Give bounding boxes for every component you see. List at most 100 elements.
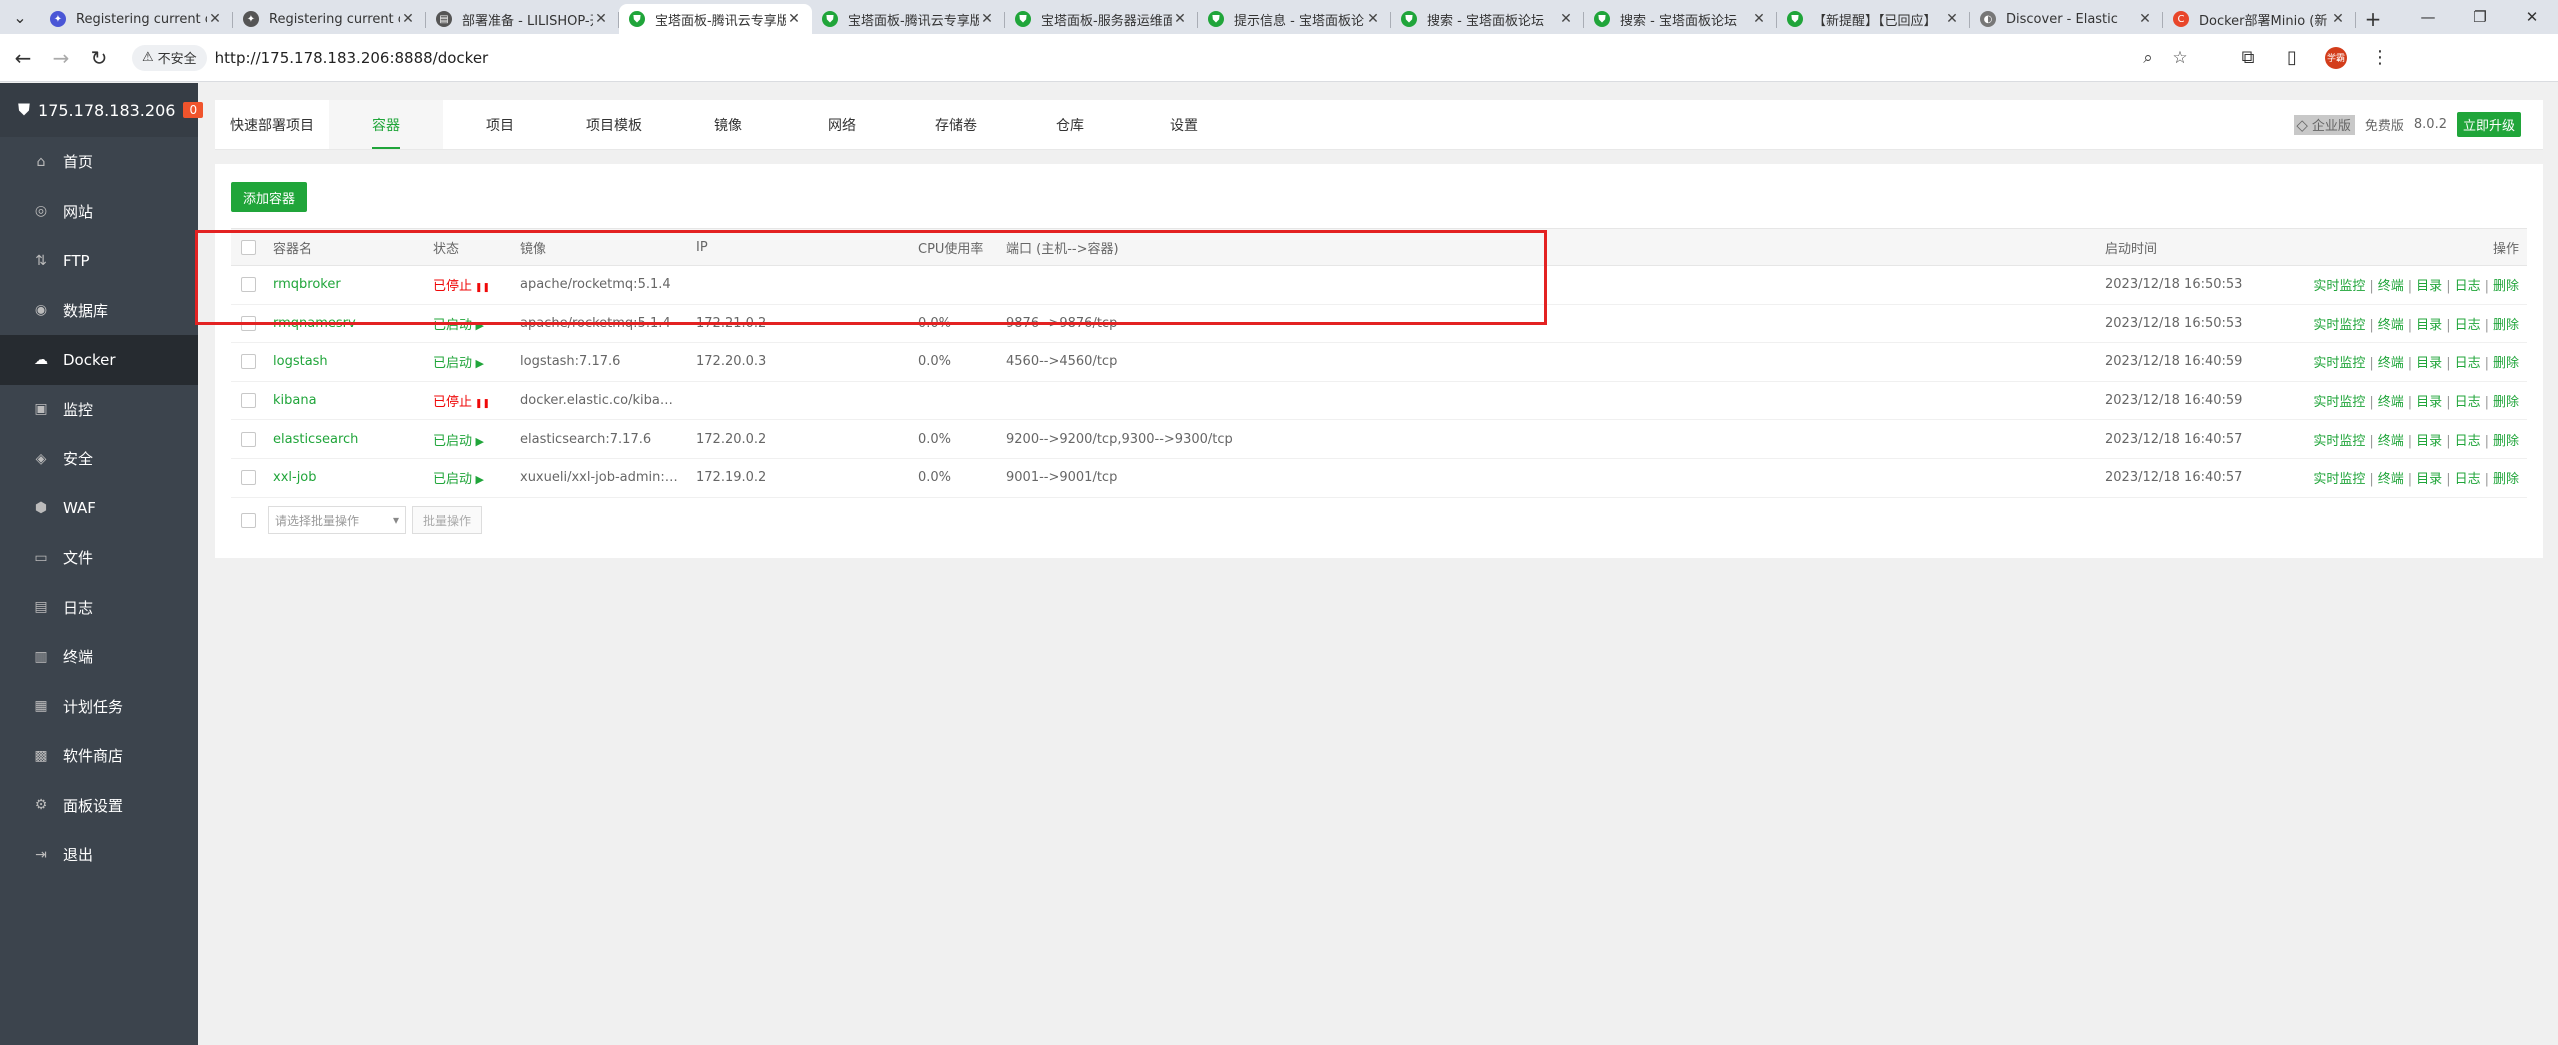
row-action-link[interactable]: 终端 bbox=[2378, 395, 2404, 410]
nav-tab[interactable]: 存储卷 bbox=[899, 100, 1013, 149]
close-window-button[interactable]: ✕ bbox=[2506, 0, 2558, 34]
row-checkbox[interactable] bbox=[241, 393, 256, 409]
menu-kebab-icon[interactable]: ⋮ bbox=[2358, 39, 2402, 77]
url-text[interactable]: http://175.178.183.206:8888/docker bbox=[215, 49, 2132, 67]
sidebar-item-database[interactable]: ◉ 数据库 bbox=[0, 286, 198, 336]
row-action-link[interactable]: 目录 bbox=[2416, 472, 2442, 487]
container-name[interactable]: kibana bbox=[273, 393, 317, 408]
row-checkbox[interactable] bbox=[241, 431, 256, 447]
nav-tab[interactable]: 项目模板 bbox=[557, 100, 671, 149]
security-badge[interactable]: ⚠ 不安全 bbox=[132, 44, 207, 71]
row-checkbox[interactable] bbox=[241, 354, 256, 370]
browser-tab[interactable]: ▤ 部署准备 - LILISHOP-开 ✕ bbox=[426, 4, 619, 34]
row-action-link[interactable]: 删除 bbox=[2493, 472, 2519, 487]
container-status[interactable]: 已启动 ▶ bbox=[433, 356, 484, 371]
browser-tab[interactable]: ⛊ 宝塔面板-服务器运维面 ✕ bbox=[1005, 4, 1198, 34]
row-action-link[interactable]: 实时监控 bbox=[2313, 434, 2365, 449]
row-action-link[interactable]: 删除 bbox=[2493, 279, 2519, 294]
tab-close-icon[interactable]: ✕ bbox=[400, 11, 416, 27]
row-action-link[interactable]: 删除 bbox=[2493, 395, 2519, 410]
batch-select[interactable]: 请选择批量操作 ▾ bbox=[268, 506, 406, 534]
add-container-button[interactable]: 添加容器 bbox=[231, 182, 307, 212]
message-count-badge[interactable]: 0 bbox=[183, 102, 204, 118]
minimize-button[interactable]: — bbox=[2402, 0, 2454, 34]
row-action-link[interactable]: 日志 bbox=[2455, 434, 2481, 449]
select-all-bottom-checkbox[interactable] bbox=[241, 512, 256, 528]
tab-close-icon[interactable]: ✕ bbox=[786, 11, 802, 27]
container-status[interactable]: 已启动 ▶ bbox=[433, 434, 484, 449]
row-action-link[interactable]: 实时监控 bbox=[2313, 279, 2365, 294]
tab-close-icon[interactable]: ✕ bbox=[1944, 11, 1960, 27]
browser-tab[interactable]: ⛊ 宝塔面板-腾讯云专享版 ✕ bbox=[812, 4, 1005, 34]
extensions-icon[interactable]: ⧉ bbox=[2226, 39, 2270, 77]
container-name[interactable]: logstash bbox=[273, 354, 328, 369]
reload-button[interactable]: ↻ bbox=[80, 39, 118, 77]
row-action-link[interactable]: 实时监控 bbox=[2313, 356, 2365, 371]
row-action-link[interactable]: 终端 bbox=[2378, 279, 2404, 294]
side-panel-icon[interactable]: ▯ bbox=[2270, 39, 2314, 77]
row-action-link[interactable]: 日志 bbox=[2455, 318, 2481, 333]
tab-close-icon[interactable]: ✕ bbox=[2330, 11, 2346, 27]
row-action-link[interactable]: 实时监控 bbox=[2313, 395, 2365, 410]
row-action-link[interactable]: 终端 bbox=[2378, 318, 2404, 333]
sidebar-item-folder[interactable]: ▭ 文件 bbox=[0, 533, 198, 583]
row-action-link[interactable]: 目录 bbox=[2416, 318, 2442, 333]
row-action-link[interactable]: 终端 bbox=[2378, 434, 2404, 449]
select-all-checkbox[interactable] bbox=[241, 239, 256, 255]
nav-tab[interactable]: 镜像 bbox=[671, 100, 785, 149]
browser-tab[interactable]: ✦ Registering current c ✕ bbox=[233, 4, 426, 34]
browser-tab[interactable]: ◐ Discover - Elastic ✕ bbox=[1970, 4, 2163, 34]
browser-tab[interactable]: ⛊ 提示信息 - 宝塔面板论 ✕ bbox=[1198, 4, 1391, 34]
row-action-link[interactable]: 实时监控 bbox=[2313, 472, 2365, 487]
forward-button[interactable]: → bbox=[42, 39, 80, 77]
container-name[interactable]: xxl-job bbox=[273, 470, 317, 485]
browser-tab[interactable]: ⛊ 宝塔面板-腾讯云专享版 ✕ bbox=[619, 4, 812, 34]
container-status[interactable]: 已启动 ▶ bbox=[433, 472, 484, 487]
row-action-link[interactable]: 目录 bbox=[2416, 395, 2442, 410]
upgrade-button[interactable]: 立即升级 bbox=[2456, 112, 2521, 137]
nav-tab[interactable]: 容器 bbox=[329, 100, 443, 149]
container-name[interactable]: rmqnamesrv bbox=[273, 316, 356, 331]
zoom-icon[interactable]: ⌕ bbox=[2132, 48, 2164, 68]
sidebar-item-apps[interactable]: ▩ 软件商店 bbox=[0, 731, 198, 781]
row-action-link[interactable]: 终端 bbox=[2378, 472, 2404, 487]
browser-tab[interactable]: ⛊ 搜索 - 宝塔面板论坛 ✕ bbox=[1391, 4, 1584, 34]
enterprise-badge[interactable]: ◇ 企业版 bbox=[2294, 114, 2355, 135]
new-tab-button[interactable]: + bbox=[2356, 4, 2390, 34]
sidebar-item-monitor[interactable]: ▣ 监控 bbox=[0, 385, 198, 435]
tab-close-icon[interactable]: ✕ bbox=[593, 11, 609, 27]
browser-tab[interactable]: ✦ Registering current c ✕ bbox=[40, 4, 233, 34]
restore-button[interactable]: ❐ bbox=[2454, 0, 2506, 34]
container-name[interactable]: rmqbroker bbox=[273, 277, 341, 292]
sidebar-item-calendar[interactable]: ▦ 计划任务 bbox=[0, 682, 198, 732]
nav-tab[interactable]: 项目 bbox=[443, 100, 557, 149]
sidebar-item-settings[interactable]: ⚙ 面板设置 bbox=[0, 781, 198, 831]
tab-search-chevron-icon[interactable]: ⌄ bbox=[0, 0, 40, 34]
tab-close-icon[interactable]: ✕ bbox=[1365, 11, 1381, 27]
container-name[interactable]: elasticsearch bbox=[273, 432, 358, 447]
row-action-link[interactable]: 实时监控 bbox=[2313, 318, 2365, 333]
batch-action-button[interactable]: 批量操作 bbox=[412, 506, 483, 534]
sidebar-item-terminal[interactable]: ▥ 终端 bbox=[0, 632, 198, 682]
row-action-link[interactable]: 日志 bbox=[2455, 472, 2481, 487]
sidebar-item-home[interactable]: ⌂ 首页 bbox=[0, 137, 198, 187]
row-action-link[interactable]: 删除 bbox=[2493, 318, 2519, 333]
tab-close-icon[interactable]: ✕ bbox=[2137, 11, 2153, 27]
address-bar[interactable]: ⚠ 不安全 http://175.178.183.206:8888/docker … bbox=[124, 40, 2204, 75]
back-button[interactable]: ← bbox=[4, 39, 42, 77]
profile-avatar[interactable]: 学霸 bbox=[2314, 39, 2358, 77]
row-checkbox[interactable] bbox=[241, 277, 256, 293]
browser-tab[interactable]: C Docker部署Minio (新 ✕ bbox=[2163, 4, 2356, 34]
nav-tab[interactable]: 仓库 bbox=[1013, 100, 1127, 149]
container-status[interactable]: 已启动 ▶ bbox=[433, 318, 484, 333]
tab-close-icon[interactable]: ✕ bbox=[1172, 11, 1188, 27]
sidebar-item-globe[interactable]: ◎ 网站 bbox=[0, 187, 198, 237]
row-action-link[interactable]: 日志 bbox=[2455, 279, 2481, 294]
sidebar-item-waf[interactable]: ⬢ WAF bbox=[0, 484, 198, 534]
sidebar-item-ftp[interactable]: ⇅ FTP bbox=[0, 236, 198, 286]
bookmark-star-icon[interactable]: ☆ bbox=[2164, 48, 2196, 68]
row-action-link[interactable]: 日志 bbox=[2455, 356, 2481, 371]
row-action-link[interactable]: 终端 bbox=[2378, 356, 2404, 371]
row-action-link[interactable]: 目录 bbox=[2416, 279, 2442, 294]
nav-tab[interactable]: 网络 bbox=[785, 100, 899, 149]
